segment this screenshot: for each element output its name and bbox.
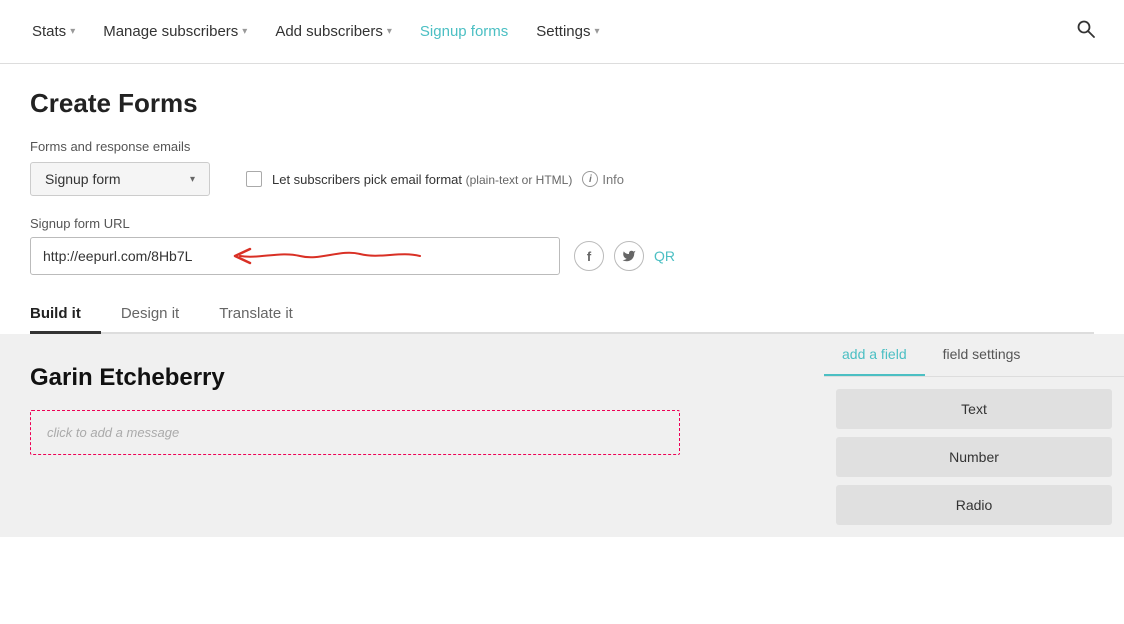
twitter-icon[interactable]: [614, 241, 644, 271]
nav-label-settings: Settings: [536, 23, 590, 40]
search-icon[interactable]: [1068, 11, 1104, 52]
nav-label-stats: Stats: [32, 23, 66, 40]
url-section: Signup form URL http://eepurl.com/8Hb7L: [30, 216, 1094, 275]
checkbox-label: Let subscribers pick email format (plain…: [272, 172, 572, 187]
panel-tab-field-settings[interactable]: field settings: [925, 334, 1039, 376]
email-format-checkbox[interactable]: [246, 171, 262, 187]
form-options-row: Signup form ▾ Let subscribers pick email…: [30, 162, 1094, 196]
field-button-radio[interactable]: Radio: [836, 485, 1112, 525]
chevron-icon-manage: ▾: [242, 26, 247, 37]
field-button-number[interactable]: Number: [836, 437, 1112, 477]
field-button-text[interactable]: Text: [836, 389, 1112, 429]
page-title: Create Forms: [30, 88, 1094, 119]
nav-label-signup-forms: Signup forms: [420, 23, 508, 40]
field-buttons-list: Text Number Radio: [824, 377, 1124, 537]
info-label: Info: [602, 172, 624, 187]
info-button[interactable]: i Info: [582, 171, 624, 187]
nav-item-add-subscribers[interactable]: Add subscribers ▾: [263, 15, 404, 48]
checkbox-sublabel: (plain-text or HTML): [466, 173, 573, 187]
dropdown-value: Signup form: [45, 171, 120, 187]
tab-build-it[interactable]: Build it: [30, 295, 101, 332]
builder-area: Garin Etcheberry click to add a message …: [0, 334, 1124, 537]
qr-link[interactable]: QR: [654, 248, 675, 264]
social-icons-row: f QR: [574, 241, 675, 271]
email-format-checkbox-row: Let subscribers pick email format (plain…: [246, 171, 624, 187]
builder-tabs-row: Build it Design it Translate it: [30, 295, 1094, 334]
nav-label-add-subscribers: Add subscribers: [275, 23, 383, 40]
main-content: Create Forms Forms and response emails S…: [0, 64, 1124, 334]
builder-left-panel: Garin Etcheberry click to add a message: [0, 334, 824, 537]
tab-design-it[interactable]: Design it: [121, 295, 199, 332]
nav-item-stats[interactable]: Stats ▾: [20, 15, 87, 48]
right-panel: add a field field settings Text Number R…: [824, 334, 1124, 537]
nav-label-manage-subscribers: Manage subscribers: [103, 23, 238, 40]
url-row: http://eepurl.com/8Hb7L f: [30, 237, 1094, 275]
form-type-dropdown[interactable]: Signup form ▾: [30, 162, 210, 196]
nav-item-manage-subscribers[interactable]: Manage subscribers ▾: [91, 15, 259, 48]
info-icon: i: [582, 171, 598, 187]
chevron-icon-stats: ▾: [70, 26, 75, 37]
nav-item-signup-forms[interactable]: Signup forms: [408, 15, 520, 48]
chevron-icon-add: ▾: [387, 26, 392, 37]
nav-item-settings[interactable]: Settings ▾: [524, 15, 611, 48]
url-label: Signup form URL: [30, 216, 1094, 231]
forms-label: Forms and response emails: [30, 139, 1094, 154]
signup-url-input[interactable]: http://eepurl.com/8Hb7L: [30, 237, 560, 275]
panel-tab-add-field[interactable]: add a field: [824, 334, 925, 376]
facebook-icon[interactable]: f: [574, 241, 604, 271]
dropdown-chevron-icon: ▾: [190, 174, 195, 185]
chevron-icon-settings: ▾: [595, 26, 600, 37]
tab-translate-it[interactable]: Translate it: [219, 295, 313, 332]
url-input-wrapper: http://eepurl.com/8Hb7L: [30, 237, 560, 275]
panel-tabs-row: add a field field settings: [824, 334, 1124, 377]
top-nav: Stats ▾ Manage subscribers ▾ Add subscri…: [0, 0, 1124, 64]
form-title: Garin Etcheberry: [30, 364, 794, 392]
message-placeholder[interactable]: click to add a message: [30, 410, 680, 455]
